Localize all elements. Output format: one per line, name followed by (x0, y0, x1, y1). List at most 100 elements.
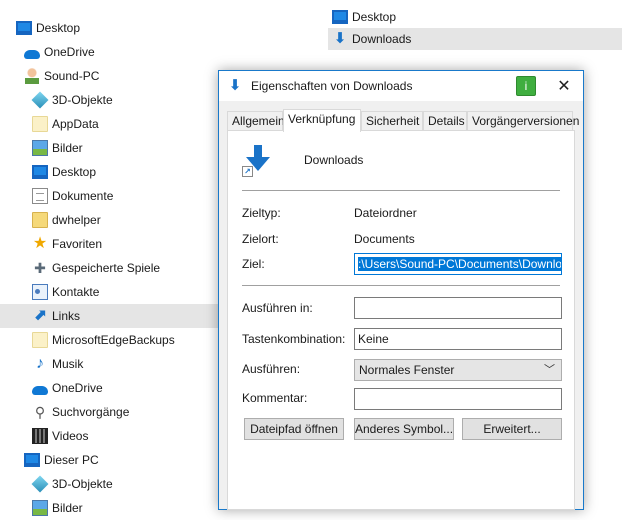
run-select[interactable]: Normales Fenster ﹀ (354, 359, 562, 381)
search-icon: ⚲ (34, 404, 46, 420)
advanced-button[interactable]: Erweitert... (462, 418, 562, 440)
user-icon (24, 68, 40, 84)
tree-item-label: AppData (52, 117, 99, 131)
tree-item-label: 3D-Objekte (52, 477, 113, 491)
desktop-icon (16, 21, 32, 35)
target-type-value: Dateiordner (354, 206, 417, 220)
folder-icon (32, 116, 48, 132)
tree-item-label: Gespeicherte Spiele (52, 261, 161, 275)
link-arrow-icon: ⬈ (33, 307, 47, 324)
tab-bar: Allgemein Verknüpfung Sicherheit Details… (227, 109, 579, 132)
cube-icon (31, 475, 49, 493)
tree-item-musik[interactable]: ♪ Musik (0, 352, 222, 376)
file-item-label: Downloads (352, 32, 412, 46)
shortcut-tab-panel: ↗ Downloads Zieltyp: Dateiordner Zielort… (227, 130, 575, 510)
file-item-desktop[interactable]: Desktop (328, 6, 622, 28)
tree-item-onedrive[interactable]: OneDrive (0, 40, 222, 64)
target-type-label: Zieltyp: (242, 206, 281, 220)
tree-item-label: Dieser PC (44, 453, 99, 467)
folder-icon (32, 212, 48, 228)
tree-item-label: Desktop (52, 165, 97, 179)
shortcut-key-label: Tastenkombination: (242, 332, 346, 346)
target-field[interactable]: :\Users\Sound-PC\Documents\Downloads (354, 253, 562, 275)
gamepad-icon: ✚ (34, 260, 46, 276)
onedrive-icon (32, 385, 48, 395)
start-in-field[interactable] (354, 297, 562, 319)
contacts-icon (32, 284, 48, 300)
target-field-text: :\Users\Sound-PC\Documents\Downloads (358, 257, 561, 271)
change-icon-button[interactable]: Anderes Symbol... (354, 418, 454, 440)
pictures-icon (32, 500, 48, 516)
tree-item-gespeicherte-spiele[interactable]: ✚ Gespeicherte Spiele (0, 256, 222, 280)
tree-item-label: Sound-PC (44, 69, 100, 83)
downloads-shortcut-icon: ↗ (242, 145, 274, 177)
tree-item-label: Desktop (36, 21, 81, 35)
tree-item-appdata[interactable]: AppData (0, 112, 222, 136)
tree-item-desktop[interactable]: Desktop (0, 16, 222, 40)
cube-icon (31, 91, 49, 109)
tree-item-microsoftedgebackups[interactable]: MicrosoftEdgeBackups (0, 328, 222, 352)
downloads-shortcut-icon: ⬇ (333, 30, 347, 47)
properties-dialog: ⬇ Eigenschaften von Downloads i ✕ Allgem… (218, 70, 584, 510)
desktop-icon (32, 165, 48, 179)
comment-field[interactable] (354, 388, 562, 410)
shortcut-key-field[interactable]: Keine (354, 328, 562, 350)
help-button[interactable]: i (515, 71, 537, 101)
tree-item-label: OneDrive (44, 45, 95, 59)
tree-item-label: Links (52, 309, 81, 323)
tree-item-onedrive-user[interactable]: OneDrive (0, 376, 222, 400)
tab-sicherheit[interactable]: Sicherheit (361, 111, 423, 131)
tree-item-links[interactable]: ⬈ Links (0, 304, 222, 328)
close-icon: ✕ (557, 78, 571, 95)
open-file-location-button[interactable]: Dateipfad öffnen (244, 418, 344, 440)
tab-verknuepfung[interactable]: Verknüpfung (283, 109, 361, 132)
tree-item-dieser-pc[interactable]: Dieser PC (0, 448, 222, 472)
tree-item-dwhelper[interactable]: dwhelper (0, 208, 222, 232)
tree-item-kontakte[interactable]: Kontakte (0, 280, 222, 304)
chevron-down-icon: ﹀ (544, 364, 555, 376)
downloads-shortcut-icon: ⬇ (228, 77, 242, 94)
close-button[interactable]: ✕ (549, 71, 579, 101)
target-location-value: Documents (354, 232, 415, 246)
music-note-icon: ♪ (36, 355, 44, 372)
tab-vorgaengerversionen[interactable]: Vorgängerversionen (467, 111, 579, 131)
run-label: Ausführen: (242, 362, 301, 376)
tree-item-videos[interactable]: Videos (0, 424, 222, 448)
folder-icon (32, 332, 48, 348)
dialog-title: Eigenschaften von Downloads (251, 79, 413, 93)
tree-item-bilder[interactable]: Bilder (0, 136, 222, 160)
tree-item-favoriten[interactable]: ★ Favoriten (0, 232, 222, 256)
file-item-label: Desktop (352, 10, 397, 24)
tree-item-label: 3D-Objekte (52, 93, 113, 107)
navigation-tree: Desktop OneDrive Sound-PC 3D-Objekte App… (0, 0, 222, 516)
tree-item-3d-objekte-pc[interactable]: 3D-Objekte (0, 472, 222, 496)
tree-item-desktop-user[interactable]: Desktop (0, 160, 222, 184)
comment-label: Kommentar: (242, 391, 308, 405)
tree-item-label: Bilder (52, 501, 83, 515)
tree-item-label: Dokumente (52, 189, 114, 203)
target-label: Ziel: (242, 257, 265, 271)
tree-item-bilder-pc[interactable]: Bilder (0, 496, 222, 520)
tree-item-dokumente[interactable]: Dokumente (0, 184, 222, 208)
tree-item-label: Musik (52, 357, 84, 371)
video-icon (32, 428, 48, 444)
tree-item-suchvorgaenge[interactable]: ⚲ Suchvorgänge (0, 400, 222, 424)
tree-item-label: Suchvorgänge (52, 405, 130, 419)
shortcut-name: Downloads (304, 153, 364, 167)
star-icon: ★ (32, 235, 48, 252)
tab-details[interactable]: Details (423, 111, 467, 131)
tree-item-label: OneDrive (52, 381, 103, 395)
help-icon: i (516, 76, 536, 96)
tree-item-3d-objekte[interactable]: 3D-Objekte (0, 88, 222, 112)
dialog-titlebar[interactable]: ⬇ Eigenschaften von Downloads i ✕ (219, 71, 583, 101)
pictures-icon (32, 140, 48, 156)
start-in-label: Ausführen in: (242, 301, 313, 315)
tab-allgemein[interactable]: Allgemein (227, 111, 285, 131)
tree-item-label: Bilder (52, 141, 83, 155)
tree-item-label: MicrosoftEdgeBackups (52, 333, 175, 347)
run-select-value: Normales Fenster (359, 363, 455, 377)
tree-item-label: Videos (52, 429, 89, 443)
file-item-downloads[interactable]: ⬇ Downloads (328, 28, 622, 50)
desktop-icon (24, 453, 40, 467)
tree-item-sound-pc[interactable]: Sound-PC (0, 64, 222, 88)
